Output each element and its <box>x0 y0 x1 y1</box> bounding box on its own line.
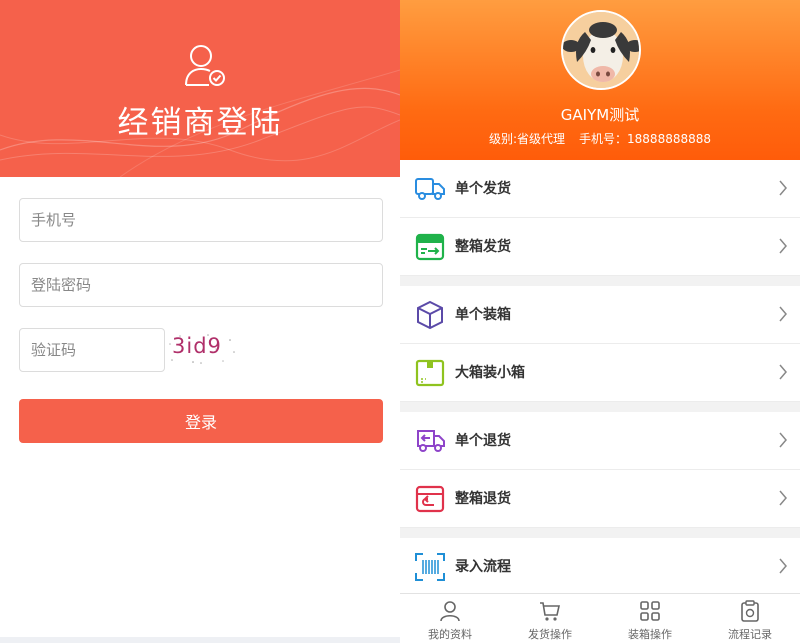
menu-divider <box>400 276 800 286</box>
menu-item-label: 整箱退货 <box>455 491 511 507</box>
grid-icon <box>640 601 660 621</box>
bottom-strip <box>0 637 400 643</box>
login-button[interactable]: 登录 <box>19 399 383 443</box>
menu-item-label: 整箱发货 <box>455 239 511 255</box>
profile-phone: 手机号：18888888888 <box>579 132 712 146</box>
big-box-icon <box>415 359 445 387</box>
tab-label: 流程记录 <box>728 628 772 641</box>
menu-item-box-ship[interactable]: 整箱发货 <box>400 218 800 276</box>
chevron-right-icon <box>779 432 787 448</box>
chevron-right-icon <box>779 180 787 196</box>
menu-item-single-pack[interactable]: 单个装箱 <box>400 286 800 344</box>
cube-icon <box>417 300 443 330</box>
profile-level: 级别:省级代理 <box>488 132 566 146</box>
menu-divider <box>400 528 800 538</box>
cart-icon <box>540 602 560 621</box>
menu-item-entry-flow[interactable]: 录入流程 <box>400 538 800 596</box>
profile-name: GAIYM测试 <box>560 106 640 124</box>
captcha-image[interactable]: 3id9 <box>169 334 236 364</box>
tab-label: 装箱操作 <box>628 628 672 641</box>
tab-packing[interactable]: 装箱操作 <box>600 594 700 643</box>
return-truck-icon <box>417 430 445 452</box>
profile-header: GAIYM测试 级别:省级代理 手机号：18888888888 <box>400 0 800 160</box>
chevron-right-icon <box>779 364 787 380</box>
password-input[interactable] <box>19 263 383 307</box>
login-title: 经销商登陆 <box>117 105 283 141</box>
captcha-text: 3id9 <box>172 334 222 358</box>
tab-flow-records[interactable]: 流程记录 <box>700 594 800 643</box>
user-check-icon <box>185 45 225 86</box>
tab-label: 我的资料 <box>428 628 472 641</box>
tab-label: 发货操作 <box>528 628 572 641</box>
login-panel: 经销商登陆 3id9 登录 <box>0 0 400 643</box>
barcode-scan-icon <box>415 553 445 581</box>
dealer-menu-panel: GAIYM测试 级别:省级代理 手机号：18888888888 单个发货 整箱发… <box>400 0 800 643</box>
wave-decoration <box>0 69 400 177</box>
phone-input[interactable] <box>19 198 383 242</box>
menu-item-label: 单个退货 <box>455 433 511 449</box>
person-icon <box>440 601 460 622</box>
menu-item-box-return[interactable]: 整箱退货 <box>400 470 800 528</box>
menu-item-label: 录入流程 <box>455 559 511 575</box>
login-header: 经销商登陆 <box>0 0 400 177</box>
menu-item-label: 大箱装小箱 <box>455 365 525 381</box>
clipboard-icon <box>741 600 759 622</box>
cow-face <box>563 12 639 88</box>
cow-avatar-icon[interactable] <box>561 10 641 90</box>
tab-shipping[interactable]: 发货操作 <box>500 594 600 643</box>
box-ship-icon <box>415 233 445 261</box>
chevron-right-icon <box>779 558 787 574</box>
truck-icon <box>415 178 445 200</box>
bottom-tab-bar: 我的资料 发货操作 装箱操作 流程记录 <box>400 593 800 643</box>
chevron-right-icon <box>779 490 787 506</box>
tab-my-profile[interactable]: 我的资料 <box>400 594 500 643</box>
menu-item-label: 单个装箱 <box>455 307 511 323</box>
return-box-icon <box>415 485 445 513</box>
menu-list: 单个发货 整箱发货 单个装箱 大箱装小箱 单个退货 整箱退货 录入流程 <box>400 160 800 596</box>
menu-divider <box>400 402 800 412</box>
menu-item-single-ship[interactable]: 单个发货 <box>400 160 800 218</box>
verification-code-input[interactable] <box>19 328 165 372</box>
menu-item-label: 单个发货 <box>455 181 511 197</box>
menu-item-single-return[interactable]: 单个退货 <box>400 412 800 470</box>
menu-item-big-box-small-box[interactable]: 大箱装小箱 <box>400 344 800 402</box>
chevron-right-icon <box>779 306 787 322</box>
profile-meta: 级别:省级代理 手机号：18888888888 <box>400 130 800 147</box>
chevron-right-icon <box>779 238 787 254</box>
